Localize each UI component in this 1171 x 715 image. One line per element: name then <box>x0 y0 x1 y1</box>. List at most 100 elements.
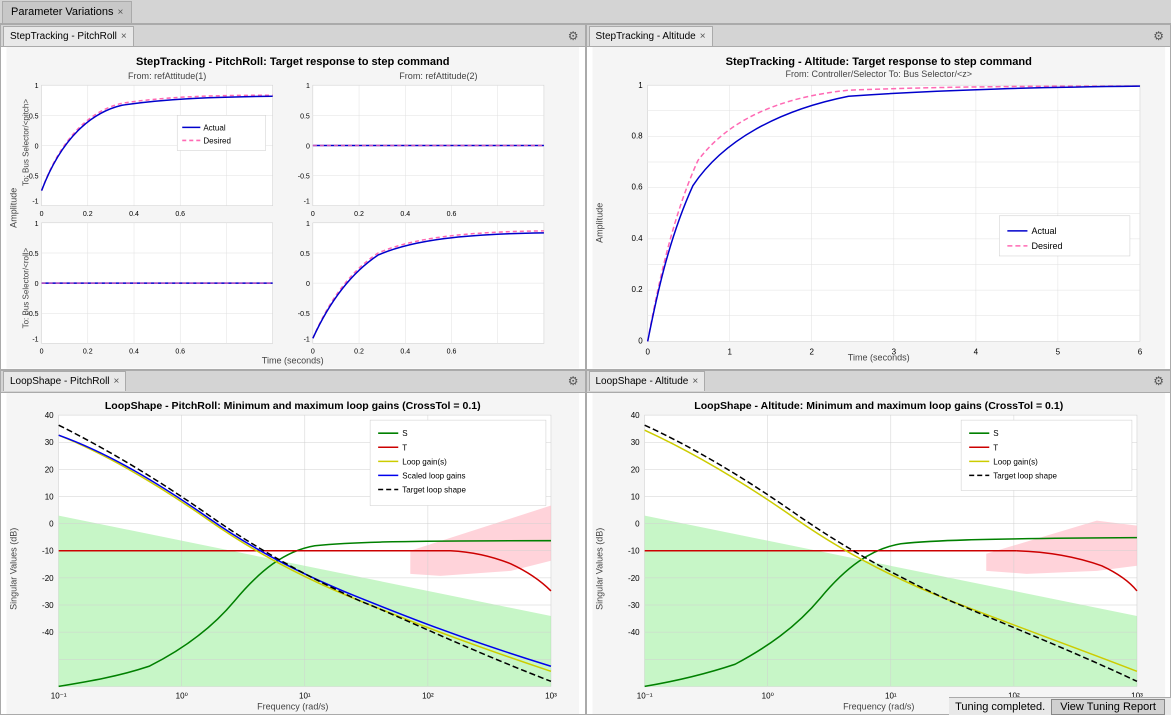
svg-text:-0.5: -0.5 <box>26 174 38 181</box>
main-grid: StepTracking - PitchRoll × ⚙ StepTrackin… <box>0 24 1171 715</box>
svg-text:Target loop shape: Target loop shape <box>993 471 1057 480</box>
panel-bottom-left-gear[interactable]: ⚙ <box>564 374 583 388</box>
panel-top-right-close[interactable]: × <box>700 31 706 42</box>
svg-text:0.4: 0.4 <box>631 234 643 243</box>
svg-text:-30: -30 <box>628 601 640 610</box>
svg-text:T: T <box>993 443 998 452</box>
svg-text:10⁰: 10⁰ <box>761 691 773 700</box>
svg-text:1: 1 <box>35 83 39 90</box>
svg-text:-20: -20 <box>42 573 54 582</box>
panel-top-left: StepTracking - PitchRoll × ⚙ StepTrackin… <box>0 24 586 370</box>
svg-text:40: 40 <box>630 411 639 420</box>
panel-top-left-tabbar: StepTracking - PitchRoll × ⚙ <box>1 25 585 47</box>
svg-text:-1: -1 <box>32 336 38 343</box>
svg-text:0.8: 0.8 <box>631 131 643 140</box>
svg-text:0: 0 <box>311 348 315 355</box>
panel-bottom-right-plot: LoopShape - Altitude: Minimum and maximu… <box>587 393 1171 715</box>
svg-text:-30: -30 <box>42 601 54 610</box>
parameter-variations-close[interactable]: × <box>118 7 124 18</box>
svg-text:10⁻¹: 10⁻¹ <box>51 691 67 700</box>
svg-text:S: S <box>402 429 407 438</box>
svg-text:Time (seconds): Time (seconds) <box>847 352 909 362</box>
panel-top-right-tab[interactable]: StepTracking - Altitude × <box>589 26 713 46</box>
svg-text:0.5: 0.5 <box>29 113 39 120</box>
svg-text:-1: -1 <box>32 199 38 206</box>
svg-text:10³: 10³ <box>545 691 557 700</box>
svg-text:10: 10 <box>45 492 54 501</box>
svg-text:LoopShape - Altitude: Minimum: LoopShape - Altitude: Minimum and maximu… <box>694 400 1063 412</box>
panel-top-right: StepTracking - Altitude × ⚙ StepTracking… <box>586 24 1171 370</box>
svg-text:Frequency (rad/s): Frequency (rad/s) <box>843 701 914 711</box>
status-message: Tuning completed. <box>955 701 1045 713</box>
panel-top-right-gear[interactable]: ⚙ <box>1149 29 1168 43</box>
panel-top-left-gear[interactable]: ⚙ <box>564 29 583 43</box>
svg-text:2: 2 <box>809 347 814 356</box>
svg-text:1: 1 <box>638 81 643 90</box>
panel-top-left-tab-label: StepTracking - PitchRoll <box>10 31 117 42</box>
svg-text:Singular Values (dB): Singular Values (dB) <box>8 527 18 609</box>
panel-bottom-right-tab[interactable]: LoopShape - Altitude × <box>589 371 706 391</box>
svg-text:0.6: 0.6 <box>175 348 185 355</box>
svg-text:0: 0 <box>40 348 44 355</box>
svg-text:10¹: 10¹ <box>299 691 311 700</box>
svg-text:-40: -40 <box>628 628 640 637</box>
svg-text:0: 0 <box>645 347 650 356</box>
panel-top-left-tab[interactable]: StepTracking - PitchRoll × <box>3 26 134 46</box>
svg-text:-0.5: -0.5 <box>298 311 310 318</box>
panel-bottom-left-tab-label: LoopShape - PitchRoll <box>10 376 110 387</box>
svg-text:10⁰: 10⁰ <box>176 691 188 700</box>
svg-text:StepTracking - Altitude: Targe: StepTracking - Altitude: Target response… <box>725 56 1032 68</box>
panel-bottom-right-tabbar: LoopShape - Altitude × ⚙ <box>587 371 1171 393</box>
svg-text:30: 30 <box>45 438 54 447</box>
svg-text:0.6: 0.6 <box>631 183 643 192</box>
svg-text:-20: -20 <box>628 573 640 582</box>
svg-text:40: 40 <box>45 411 54 420</box>
panel-bottom-right-gear[interactable]: ⚙ <box>1149 374 1168 388</box>
svg-text:20: 20 <box>45 465 54 474</box>
svg-text:1: 1 <box>306 83 310 90</box>
svg-text:-10: -10 <box>42 546 54 555</box>
panel-top-left-close[interactable]: × <box>121 31 127 42</box>
svg-text:-40: -40 <box>42 628 54 637</box>
svg-text:0.2: 0.2 <box>83 348 93 355</box>
panel-top-right-tab-label: StepTracking - Altitude <box>596 31 696 42</box>
svg-text:Scaled loop gains: Scaled loop gains <box>402 471 465 480</box>
svg-text:0.2: 0.2 <box>354 211 364 218</box>
panel-bottom-right-close[interactable]: × <box>692 376 698 387</box>
view-tuning-report-button[interactable]: View Tuning Report <box>1051 699 1165 715</box>
svg-text:6: 6 <box>1137 347 1142 356</box>
svg-text:0.5: 0.5 <box>300 251 310 258</box>
svg-text:0.2: 0.2 <box>83 211 93 218</box>
panel-bottom-right: LoopShape - Altitude × ⚙ LoopShape - Alt… <box>586 370 1171 715</box>
parameter-variations-label: Parameter Variations <box>11 6 114 18</box>
panel-bottom-left-plot: LoopShape - PitchRoll: Minimum and maxim… <box>1 393 585 715</box>
svg-text:10¹: 10¹ <box>885 691 897 700</box>
svg-text:0.6: 0.6 <box>447 348 457 355</box>
svg-text:Singular Values (dB): Singular Values (dB) <box>594 527 604 609</box>
svg-text:0: 0 <box>635 519 640 528</box>
loopshape-altitude-svg: LoopShape - Altitude: Minimum and maximu… <box>587 393 1171 715</box>
pitchroll-svg: StepTracking - PitchRoll: Target respons… <box>1 47 585 369</box>
svg-text:0.4: 0.4 <box>400 348 410 355</box>
svg-text:1: 1 <box>727 347 732 356</box>
svg-text:Loop gain(s): Loop gain(s) <box>993 457 1038 466</box>
panel-bottom-left-close[interactable]: × <box>114 376 120 387</box>
svg-text:0.5: 0.5 <box>29 251 39 258</box>
svg-text:LoopShape - PitchRoll: Minimum: LoopShape - PitchRoll: Minimum and maxim… <box>105 400 481 412</box>
svg-text:0.4: 0.4 <box>400 211 410 218</box>
panel-top-right-tabbar: StepTracking - Altitude × ⚙ <box>587 25 1171 47</box>
svg-text:0.6: 0.6 <box>175 211 185 218</box>
svg-text:0.4: 0.4 <box>129 211 139 218</box>
svg-text:Desired: Desired <box>203 136 231 145</box>
svg-text:5: 5 <box>1055 347 1060 356</box>
svg-text:0: 0 <box>40 211 44 218</box>
panel-bottom-left-tab[interactable]: LoopShape - PitchRoll × <box>3 371 126 391</box>
svg-text:From: Controller/Selector To:: From: Controller/Selector To: Bus Select… <box>785 69 972 79</box>
svg-text:From: refAttitude(1): From: refAttitude(1) <box>128 71 206 81</box>
svg-text:-1: -1 <box>304 336 310 343</box>
svg-text:0: 0 <box>311 211 315 218</box>
altitude-step-svg: StepTracking - Altitude: Target response… <box>587 47 1171 369</box>
svg-text:0.2: 0.2 <box>354 348 364 355</box>
parameter-variations-tab[interactable]: Parameter Variations × <box>2 1 132 23</box>
svg-text:StepTracking - PitchRoll: Targ: StepTracking - PitchRoll: Target respons… <box>136 56 450 68</box>
